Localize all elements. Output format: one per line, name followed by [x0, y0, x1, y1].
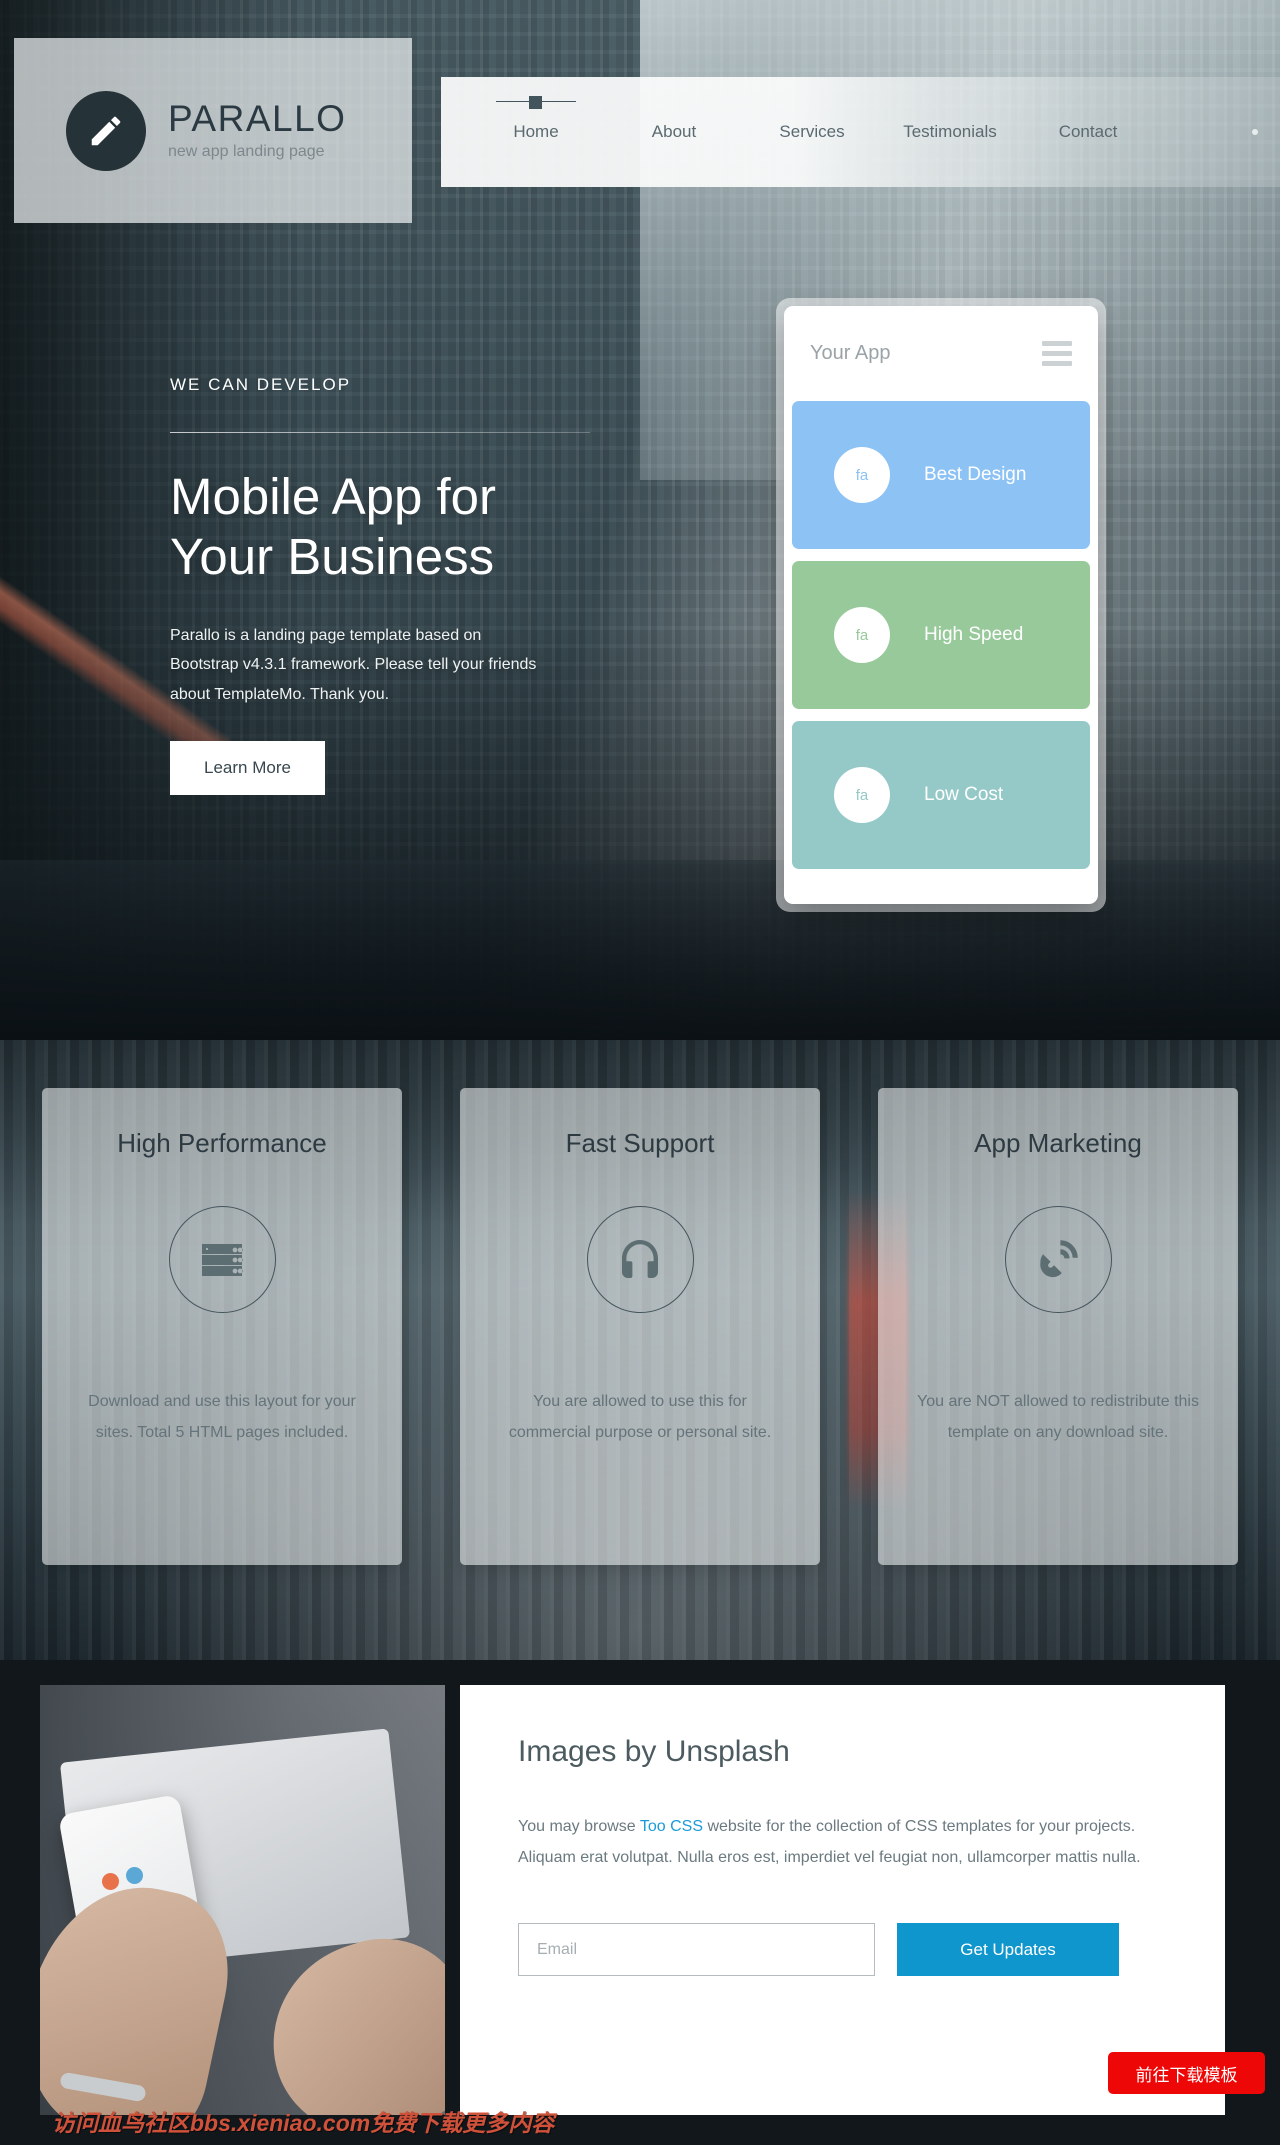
app-card-label: High Speed — [924, 624, 1024, 645]
unsplash-paragraph: You may browse Too CSS website for the c… — [518, 1811, 1163, 1873]
app-card-best-design[interactable]: fa Best Design — [792, 401, 1090, 549]
feature-title: Fast Support — [565, 1128, 715, 1158]
hamburger-icon[interactable] — [1042, 341, 1072, 366]
nav-label: About — [651, 122, 697, 141]
feature-card-app-marketing[interactable]: App Marketing You are NOT allowed to red… — [878, 1088, 1238, 1565]
hero-paragraph: Parallo is a landing page template based… — [170, 627, 537, 703]
feature-text: You are NOT allowed to redistribute this… — [917, 1393, 1199, 1442]
nav-item-contact[interactable]: Contact — [1019, 122, 1157, 142]
app-card-badge: fa — [834, 447, 890, 503]
learn-more-button[interactable]: Learn More — [170, 740, 325, 795]
hero-title-line-1: Mobile App for — [170, 468, 497, 525]
app-card-badge: fa — [834, 607, 890, 663]
nav-item-home[interactable]: Home — [467, 96, 605, 142]
feature-card-fast-support[interactable]: Fast Support You are allowed to use this… — [460, 1088, 820, 1565]
nav-label: Services — [779, 122, 845, 141]
phone-app-header: Your App — [784, 306, 1098, 401]
unsplash-title: Images by Unsplash — [518, 1735, 790, 1768]
brand-tagline: new app landing page — [168, 143, 325, 161]
app-card-label: Best Design — [924, 464, 1027, 485]
unsplash-panel: Images by Unsplash You may browse Too CS… — [460, 1685, 1225, 2115]
feature-title: High Performance — [117, 1128, 327, 1158]
feature-title: App Marketing — [974, 1128, 1142, 1158]
logo-panel[interactable]: PARALLO new app landing page — [14, 38, 412, 223]
email-input[interactable] — [518, 1923, 875, 1977]
phone-app-cards: fa Best Design fa High Speed fa Low Cost — [784, 401, 1098, 877]
nav-item-services[interactable]: Services — [743, 122, 881, 142]
paragraph-before-link: You may browse — [518, 1818, 640, 1835]
headphones-icon — [586, 1206, 694, 1313]
hero-title: Mobile App for Your Business — [170, 467, 600, 587]
hero-divider — [170, 432, 590, 433]
too-css-link[interactable]: Too CSS — [640, 1818, 703, 1835]
landing-page: PARALLO new app landing page Home About … — [0, 0, 1280, 2145]
unsplash-section: Images by Unsplash You may browse Too CS… — [0, 1660, 1280, 2145]
site-watermark: 访问血鸟社区bbs.xieniao.com免费下载更多内容 — [52, 2110, 555, 2136]
nav-label: Home — [513, 122, 559, 141]
workspace-photo — [40, 1685, 445, 2115]
feature-text: You are allowed to use this for commerci… — [508, 1393, 772, 1442]
phone-mockup: Your App fa Best Design fa High Speed fa… — [776, 298, 1106, 912]
features-row: High Performance Download and use this l… — [0, 1040, 1280, 1660]
nav-dot-icon — [1252, 129, 1258, 135]
download-template-button[interactable]: 前往下载模板 — [1108, 2052, 1265, 2094]
hero-kicker: WE CAN DEVELOP — [170, 375, 352, 394]
subscribe-form: Get Updates — [518, 1923, 1167, 1977]
app-card-badge: fa — [834, 767, 890, 823]
chart-dot-blue — [126, 1867, 143, 1884]
phone-app-title: Your App — [810, 342, 891, 364]
feature-card-high-performance[interactable]: High Performance Download and use this l… — [42, 1088, 402, 1565]
nav-item-testimonials[interactable]: Testimonials — [881, 122, 1019, 142]
feature-text: Download and use this layout for your si… — [88, 1393, 356, 1442]
pencil-icon — [66, 90, 146, 171]
main-navigation: Home About Services Testimonials Contact — [441, 77, 1280, 187]
nav-label: Testimonials — [903, 122, 997, 141]
active-indicator-icon — [496, 95, 576, 109]
hero-title-line-2: Your Business — [170, 528, 495, 586]
nav-item-about[interactable]: About — [605, 122, 743, 142]
brand-text: PARALLO new app landing page — [168, 97, 347, 162]
server-icon — [168, 1206, 276, 1313]
get-updates-button[interactable]: Get Updates — [897, 1923, 1119, 1977]
hero-section: PARALLO new app landing page Home About … — [0, 0, 1280, 1040]
app-card-high-speed[interactable]: fa High Speed — [792, 561, 1090, 709]
hero-copy: WE CAN DEVELOP Mobile App for Your Busin… — [170, 375, 600, 795]
nav-label: Contact — [1058, 122, 1118, 141]
app-card-low-cost[interactable]: fa Low Cost — [792, 721, 1090, 869]
brand-name: PARALLO — [168, 97, 347, 139]
satellite-dish-icon — [1004, 1206, 1112, 1313]
phone-screen: Your App fa Best Design fa High Speed fa… — [784, 306, 1098, 904]
features-section: High Performance Download and use this l… — [0, 1040, 1280, 1660]
app-card-label: Low Cost — [924, 784, 1004, 805]
